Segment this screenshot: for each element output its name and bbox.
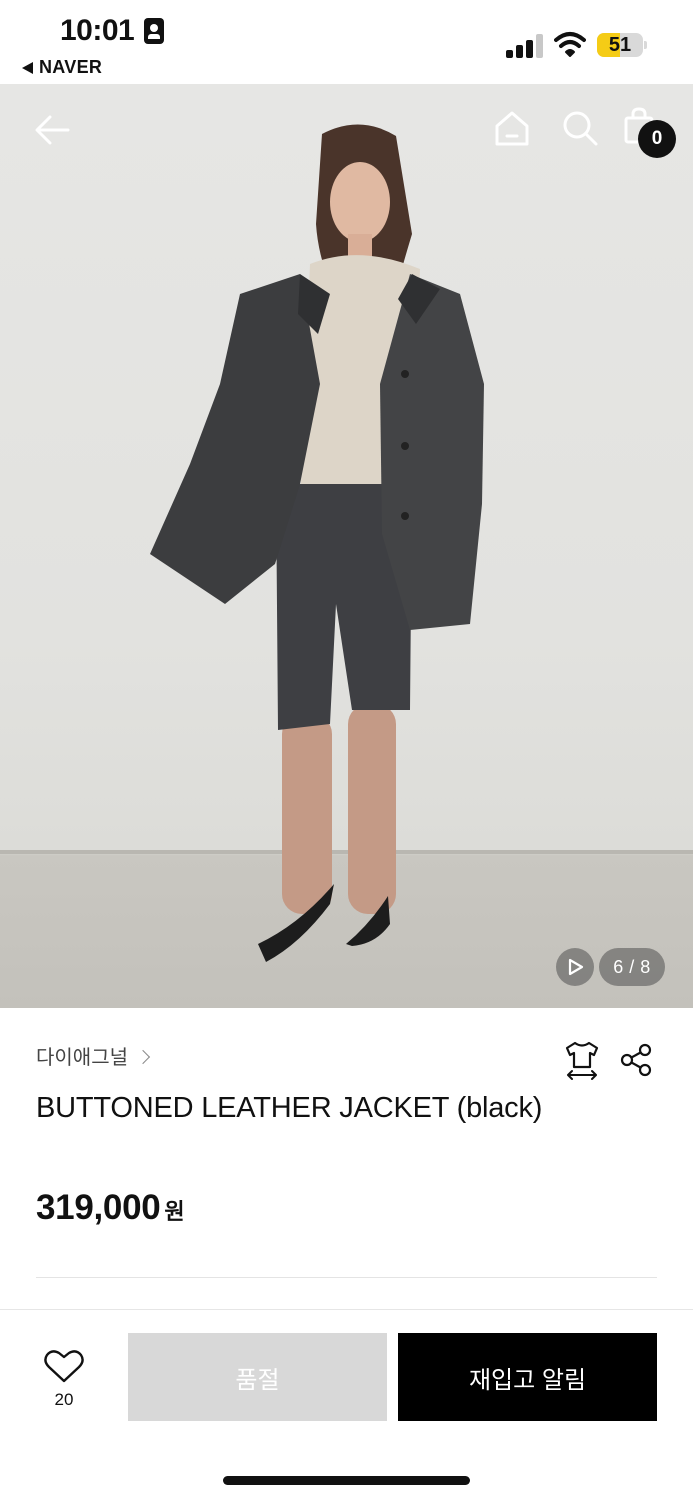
id-card-icon [144, 18, 164, 44]
gallery-counter: 6 / 8 [599, 948, 665, 986]
price-value: 319,000 [36, 1188, 161, 1227]
status-bar: 10:01 NAVER 51 [0, 0, 693, 84]
play-video-button[interactable] [556, 948, 594, 986]
battery-tip [644, 41, 647, 49]
battery-icon: 51 [597, 33, 643, 57]
brand-name: 다이애그널 [36, 1047, 128, 1069]
price-currency: 원 [164, 1199, 185, 1224]
back-app-label: NAVER [39, 57, 103, 77]
battery-percent: 51 [608, 34, 632, 56]
brand-link[interactable]: 다이애그널 [36, 1041, 151, 1070]
arrow-left-icon[interactable] [32, 110, 72, 150]
home-icon[interactable] [492, 108, 532, 148]
home-indicator [223, 1476, 470, 1485]
chevron-right-icon [135, 1049, 151, 1064]
status-time: 10:01 [60, 14, 135, 47]
heart-icon [44, 1350, 84, 1383]
product-title: BUTTONED LEATHER JACKET (black) [36, 1092, 543, 1124]
product-image[interactable]: 0 6 / 8 [0, 84, 693, 1008]
wifi-icon [554, 32, 586, 57]
search-icon[interactable] [560, 108, 600, 148]
restock-alert-button[interactable]: 재입고 알림 [398, 1333, 657, 1421]
play-icon [568, 958, 584, 976]
cart-count-badge[interactable]: 0 [638, 120, 676, 158]
section-divider [36, 1277, 657, 1278]
soldout-button[interactable]: 품절 [128, 1333, 387, 1421]
product-price: 319,000 원 [36, 1188, 185, 1228]
back-to-app-link[interactable]: NAVER [22, 57, 102, 78]
share-icon[interactable] [618, 1042, 654, 1078]
back-triangle-icon [22, 61, 33, 74]
like-count: 20 [54, 1390, 74, 1409]
model-photo [0, 124, 693, 962]
cellular-signal-icon [506, 34, 544, 58]
tshirt-size-icon[interactable] [563, 1040, 601, 1080]
product-page: 10:01 NAVER 51 0 6 / 8 다이애그널 BUTTONED LE… [0, 0, 693, 1500]
